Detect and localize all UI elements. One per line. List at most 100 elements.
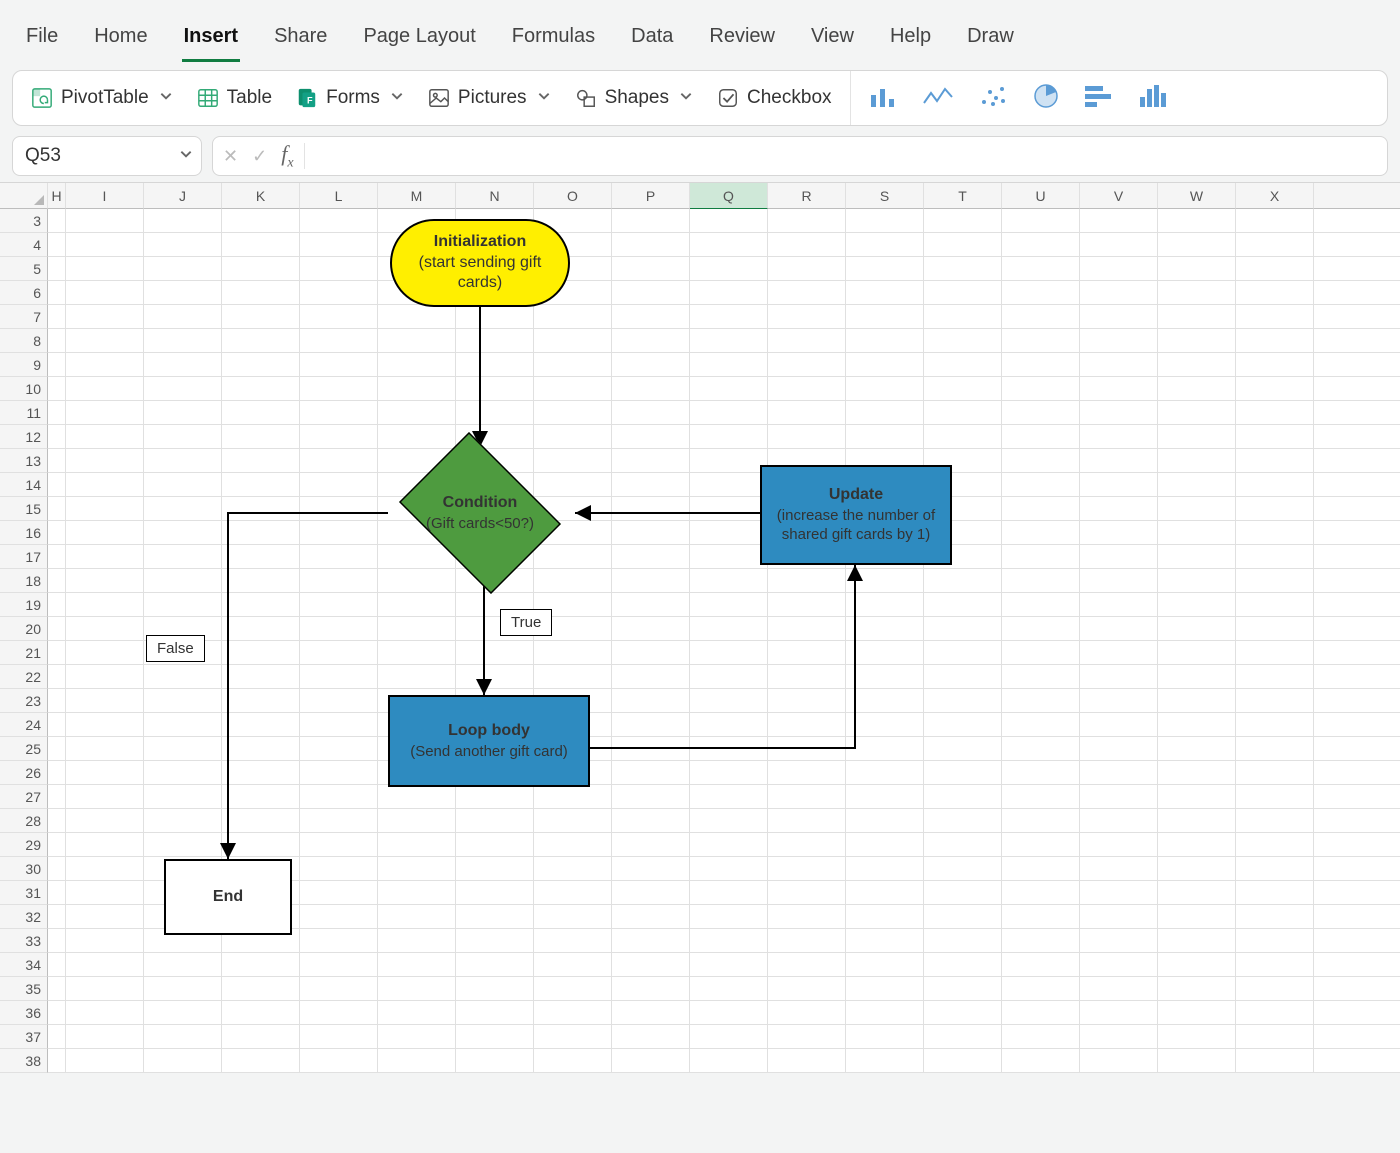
cell[interactable] bbox=[1314, 545, 1400, 569]
cell[interactable] bbox=[690, 329, 768, 353]
cell[interactable] bbox=[1314, 1049, 1400, 1073]
cell[interactable] bbox=[144, 425, 222, 449]
cell[interactable] bbox=[66, 737, 144, 761]
cell[interactable] bbox=[66, 257, 144, 281]
cell[interactable] bbox=[144, 497, 222, 521]
cell[interactable] bbox=[612, 569, 690, 593]
cell[interactable] bbox=[222, 473, 300, 497]
cell[interactable] bbox=[1158, 785, 1236, 809]
formula-input[interactable] bbox=[315, 145, 1387, 168]
cell[interactable] bbox=[48, 881, 66, 905]
cell[interactable] bbox=[768, 425, 846, 449]
column-header[interactable]: T bbox=[924, 183, 1002, 209]
cell[interactable] bbox=[48, 617, 66, 641]
cell[interactable] bbox=[48, 593, 66, 617]
cell[interactable] bbox=[768, 929, 846, 953]
row-header[interactable]: 6 bbox=[0, 281, 48, 305]
cell[interactable] bbox=[300, 881, 378, 905]
column-header[interactable]: N bbox=[456, 183, 534, 209]
cell[interactable] bbox=[456, 1001, 534, 1025]
cell[interactable] bbox=[144, 209, 222, 233]
name-box[interactable]: Q53 bbox=[12, 136, 202, 176]
cell[interactable] bbox=[144, 1049, 222, 1073]
cell[interactable] bbox=[48, 1049, 66, 1073]
cell[interactable] bbox=[222, 497, 300, 521]
cell[interactable] bbox=[66, 353, 144, 377]
cell[interactable] bbox=[48, 857, 66, 881]
cell[interactable] bbox=[300, 401, 378, 425]
row-header[interactable]: 34 bbox=[0, 953, 48, 977]
tab-home[interactable]: Home bbox=[92, 19, 149, 62]
cell[interactable] bbox=[144, 545, 222, 569]
cell[interactable] bbox=[48, 209, 66, 233]
cell[interactable] bbox=[612, 233, 690, 257]
column-header[interactable]: U bbox=[1002, 183, 1080, 209]
cell[interactable] bbox=[300, 473, 378, 497]
cell[interactable] bbox=[612, 497, 690, 521]
row-header[interactable]: 4 bbox=[0, 233, 48, 257]
pivot-table-button[interactable]: PivotTable bbox=[21, 81, 183, 115]
cell[interactable] bbox=[1314, 353, 1400, 377]
cell[interactable] bbox=[1158, 953, 1236, 977]
cell[interactable] bbox=[48, 569, 66, 593]
cell[interactable] bbox=[456, 1025, 534, 1049]
cell[interactable] bbox=[1080, 977, 1158, 1001]
cell[interactable] bbox=[924, 737, 1002, 761]
cell[interactable] bbox=[1314, 713, 1400, 737]
cell[interactable] bbox=[846, 785, 924, 809]
cell[interactable] bbox=[1236, 449, 1314, 473]
cell[interactable] bbox=[378, 833, 456, 857]
cell[interactable] bbox=[144, 737, 222, 761]
cell[interactable] bbox=[48, 233, 66, 257]
cell[interactable] bbox=[144, 329, 222, 353]
cell[interactable] bbox=[846, 377, 924, 401]
cell[interactable] bbox=[222, 377, 300, 401]
cell[interactable] bbox=[1314, 857, 1400, 881]
cell[interactable] bbox=[1314, 425, 1400, 449]
cell[interactable] bbox=[1236, 905, 1314, 929]
cell[interactable] bbox=[924, 1025, 1002, 1049]
cell[interactable] bbox=[924, 1001, 1002, 1025]
cell[interactable] bbox=[144, 953, 222, 977]
cell[interactable] bbox=[1314, 689, 1400, 713]
cell[interactable] bbox=[1236, 521, 1314, 545]
cell[interactable] bbox=[222, 209, 300, 233]
row-header[interactable]: 31 bbox=[0, 881, 48, 905]
cell[interactable] bbox=[612, 209, 690, 233]
cell[interactable] bbox=[690, 233, 768, 257]
cell[interactable] bbox=[144, 713, 222, 737]
cell[interactable] bbox=[1314, 401, 1400, 425]
cell[interactable] bbox=[222, 545, 300, 569]
cell[interactable] bbox=[612, 833, 690, 857]
cell[interactable] bbox=[612, 929, 690, 953]
column-header[interactable]: I bbox=[66, 183, 144, 209]
cell[interactable] bbox=[144, 809, 222, 833]
cell[interactable] bbox=[768, 305, 846, 329]
cell[interactable] bbox=[48, 641, 66, 665]
cell[interactable] bbox=[768, 1001, 846, 1025]
cell[interactable] bbox=[1080, 929, 1158, 953]
cell[interactable] bbox=[300, 569, 378, 593]
cell[interactable] bbox=[768, 1049, 846, 1073]
cell[interactable] bbox=[66, 377, 144, 401]
cell[interactable] bbox=[144, 377, 222, 401]
cell[interactable] bbox=[1236, 401, 1314, 425]
cell[interactable] bbox=[1002, 569, 1080, 593]
column-header[interactable]: Q bbox=[690, 183, 768, 209]
cell[interactable] bbox=[924, 209, 1002, 233]
cell[interactable] bbox=[1080, 641, 1158, 665]
cell[interactable] bbox=[144, 761, 222, 785]
cell[interactable] bbox=[1002, 545, 1080, 569]
cell[interactable] bbox=[66, 977, 144, 1001]
cell[interactable] bbox=[1314, 1025, 1400, 1049]
cell[interactable] bbox=[222, 641, 300, 665]
flowchart-initialization[interactable]: Initialization (start sending gift cards… bbox=[390, 219, 570, 307]
column-header[interactable] bbox=[1314, 183, 1400, 209]
cell[interactable] bbox=[1080, 1025, 1158, 1049]
cell[interactable] bbox=[1158, 929, 1236, 953]
cell[interactable] bbox=[1236, 233, 1314, 257]
cell[interactable] bbox=[222, 233, 300, 257]
cell[interactable] bbox=[846, 281, 924, 305]
cell[interactable] bbox=[1314, 473, 1400, 497]
cell[interactable] bbox=[144, 521, 222, 545]
